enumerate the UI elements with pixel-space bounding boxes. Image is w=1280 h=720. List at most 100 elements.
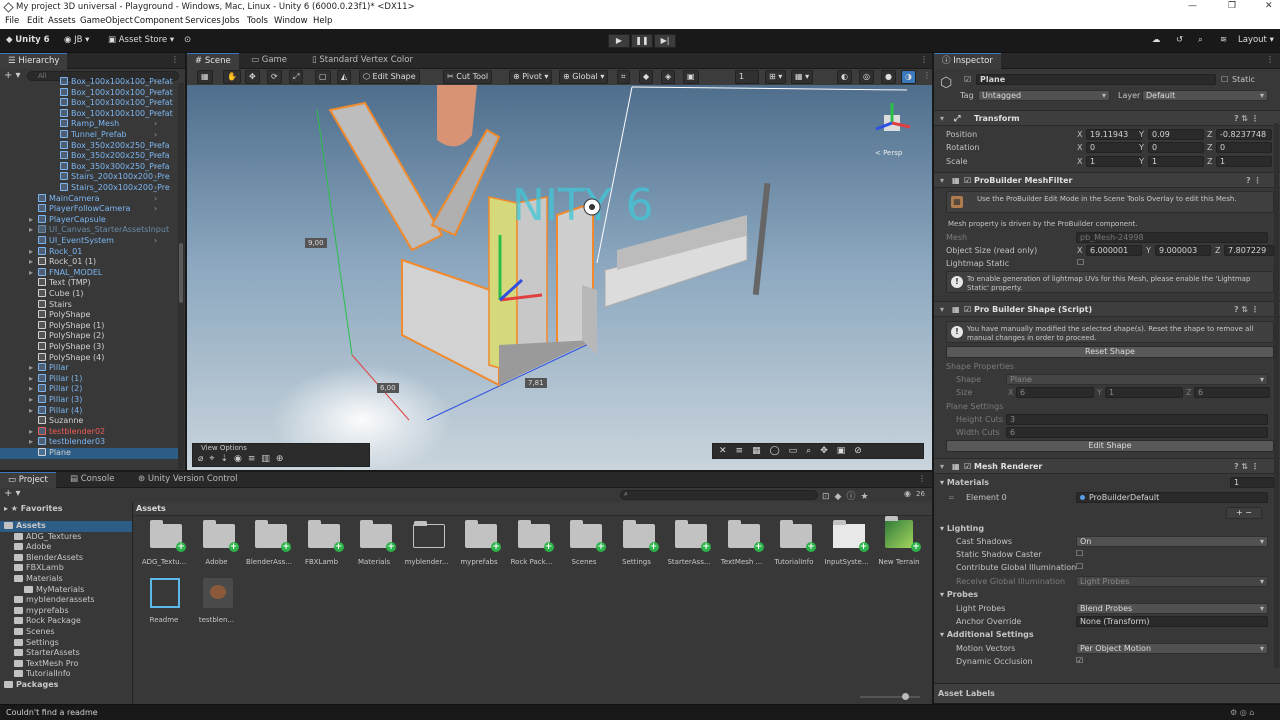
rect-tool-icon[interactable]: ▢	[315, 70, 331, 84]
hierarchy-item[interactable]: Plane	[38, 448, 71, 459]
object-name-field[interactable]: Plane	[976, 74, 1216, 85]
asset-item[interactable]: + TextMesh ...	[716, 518, 768, 578]
project-folder-item[interactable]: FBXLamb	[14, 563, 64, 574]
expand-arrow-icon[interactable]: ▸	[29, 395, 33, 406]
hierarchy-item[interactable]: ▸ Pillar	[29, 363, 69, 374]
menu-tools[interactable]: Tools	[247, 16, 268, 26]
drag-handle-icon[interactable]: =	[948, 493, 955, 502]
transform-y-field[interactable]: 0	[1148, 142, 1204, 154]
pause-button[interactable]: ❚❚	[631, 34, 653, 48]
search-icon[interactable]: ⌕	[1198, 35, 1203, 45]
hierarchy-scroll-thumb[interactable]	[179, 243, 183, 303]
project-folder-item[interactable]: ADG_Textures	[14, 532, 81, 543]
expand-arrow-icon[interactable]: ▸	[29, 437, 33, 448]
open-prefab-icon[interactable]: ›	[154, 130, 157, 141]
menu-component[interactable]: Component	[134, 16, 183, 26]
help-icon[interactable]: ? ⇅ ⋮	[1234, 305, 1259, 314]
hierarchy-item[interactable]: ▸ Rock_01 (1)	[29, 257, 96, 268]
snap-icon[interactable]: ⌗	[617, 70, 630, 84]
gizmos-icon[interactable]: ◑	[901, 70, 916, 84]
asset-item[interactable]: + FBXLamb	[296, 518, 348, 578]
lightmap-static-checkbox[interactable]: ☐	[1077, 258, 1084, 267]
project-filter-icons[interactable]: ⊡◆ⓘ★	[822, 489, 874, 502]
asset-item[interactable]: + Adobe	[191, 518, 243, 578]
scale-tool-icon[interactable]: ⤢	[289, 70, 304, 84]
reset-shape-button[interactable]: Reset Shape	[946, 346, 1274, 358]
tab-standard-vertex-color[interactable]: ▯ Standard Vertex Color	[304, 53, 421, 69]
foldout-icon[interactable]: ▾	[940, 114, 944, 123]
hierarchy-item[interactable]: PolyShape (3)	[38, 342, 104, 353]
hierarchy-item[interactable]: PolyShape (1)	[38, 320, 104, 332]
asset-item[interactable]: testblen...	[191, 576, 243, 636]
open-prefab-icon[interactable]: ›	[154, 236, 157, 247]
project-folder-item[interactable]: Rock Package	[14, 616, 81, 627]
transform-z-field[interactable]: -0.8237748	[1216, 129, 1272, 140]
transform-z-field[interactable]: 1	[1216, 155, 1272, 167]
cut-tool-button[interactable]: ✂ Cut Tool	[443, 70, 493, 84]
hierarchy-item[interactable]: Box_100x100x100_Prefat ›	[60, 87, 173, 99]
global-dropdown[interactable]: ⊕ Global ▾	[559, 70, 609, 84]
tab-scene[interactable]: # Scene	[187, 53, 239, 69]
project-folder-item[interactable]: MyMaterials	[24, 585, 84, 596]
hierarchy-item[interactable]: ▸ FNAL_MODEL	[29, 267, 102, 279]
hierarchy-item[interactable]: PolyShape	[38, 310, 90, 321]
hierarchy-item[interactable]: Stairs_200x100x200_Pre ›	[60, 183, 170, 194]
transform-y-field[interactable]: 1	[1148, 155, 1204, 167]
hierarchy-item[interactable]: ▸ UI_Canvas_StarterAssetsInput	[29, 225, 169, 236]
project-create-button[interactable]: + ▾	[4, 488, 21, 499]
perspective-label[interactable]: < Persp	[875, 149, 902, 157]
menu-jobs[interactable]: Jobs	[222, 16, 240, 26]
favorites-foldout[interactable]: ▸ ★ Favorites	[4, 504, 63, 515]
transform-x-field[interactable]: 19.11943	[1086, 129, 1142, 140]
help-icon[interactable]: ? ⇅ ⋮	[1234, 114, 1259, 123]
expand-arrow-icon[interactable]: ▸	[29, 374, 33, 385]
project-folder-item[interactable]: myblenderassets	[14, 595, 95, 606]
edit-shape-button[interactable]: ⬡ Edit Shape	[359, 70, 420, 84]
project-folder-item[interactable]: Packages	[4, 680, 58, 691]
layout-dropdown[interactable]: Layout ▾	[1238, 35, 1274, 45]
move-tool-icon[interactable]: ✥	[245, 70, 260, 84]
menu-help[interactable]: Help	[313, 16, 332, 26]
tab-project[interactable]: ▭ Project	[0, 472, 56, 488]
motion-vectors-dropdown[interactable]: Per Object Motion	[1076, 643, 1268, 654]
hierarchy-item[interactable]: Suzanne	[38, 416, 83, 427]
layers-icon[interactable]: ≋	[1220, 35, 1227, 45]
hierarchy-item[interactable]: ▸ testblender02	[29, 426, 105, 438]
materials-count[interactable]: 1	[1230, 477, 1274, 488]
asset-item[interactable]: Readme	[138, 576, 190, 636]
step-button[interactable]: ▶|	[654, 34, 676, 48]
lighting-foldout[interactable]: ▾ Lighting	[940, 524, 984, 533]
vertex-mode-icon[interactable]: ◆	[639, 70, 654, 84]
open-prefab-icon[interactable]: ›	[154, 151, 157, 162]
edit-shape-inspector-button[interactable]: Edit Shape	[946, 440, 1274, 452]
inspector-more-icon[interactable]: ⋮	[1266, 55, 1274, 64]
anchor-override-field[interactable]: None (Transform)	[1076, 616, 1268, 627]
menu-window[interactable]: Window	[274, 16, 308, 26]
asset-item[interactable]: + BlenderAss...	[243, 518, 295, 578]
maximize-icon[interactable]: ❐	[1228, 1, 1236, 11]
rotate-tool-icon[interactable]: ⟳	[267, 70, 282, 84]
menu-file[interactable]: File	[5, 16, 19, 26]
meshfilter-header[interactable]: ▾ ▦ ☑ ProBuilder MeshFilter ? ⋮	[934, 172, 1280, 188]
scene-toolbar-more-icon[interactable]: ⋮	[923, 71, 931, 80]
object-mode-icon[interactable]: ▣	[683, 70, 699, 84]
foldout-icon[interactable]: ▾	[940, 305, 944, 314]
asset-item[interactable]: + ADG_Textu...	[138, 518, 190, 578]
transform-x-field[interactable]: 0	[1086, 142, 1142, 154]
project-folder-item[interactable]: Settings	[14, 638, 59, 649]
asset-store-button[interactable]: ▣ Asset Store ▾	[108, 35, 174, 45]
hierarchy-item[interactable]: ▸ PlayerCapsule	[29, 214, 106, 226]
hierarchy-item[interactable]: Ramp_Mesh ›	[60, 119, 157, 130]
asset-item[interactable]: myblender...	[401, 518, 453, 578]
foldout-icon[interactable]: ▾	[940, 176, 944, 185]
hierarchy-item[interactable]: ▸ Rock_01	[29, 246, 82, 258]
hierarchy-item[interactable]: Stairs	[38, 299, 72, 311]
layer-dropdown[interactable]: Default	[1142, 90, 1268, 101]
project-more-icon[interactable]: ⋮	[918, 474, 926, 483]
pivot-dropdown[interactable]: ⊕ Pivot ▾	[509, 70, 553, 84]
history-icon[interactable]: ↺	[1176, 35, 1183, 45]
zoom-slider[interactable]	[860, 693, 920, 700]
hierarchy-item[interactable]: Tunnel_Prefab ›	[60, 130, 157, 141]
menu-services[interactable]: Services	[185, 16, 221, 26]
hierarchy-item[interactable]: Stairs_200x100x200_Pre ›	[60, 172, 170, 183]
